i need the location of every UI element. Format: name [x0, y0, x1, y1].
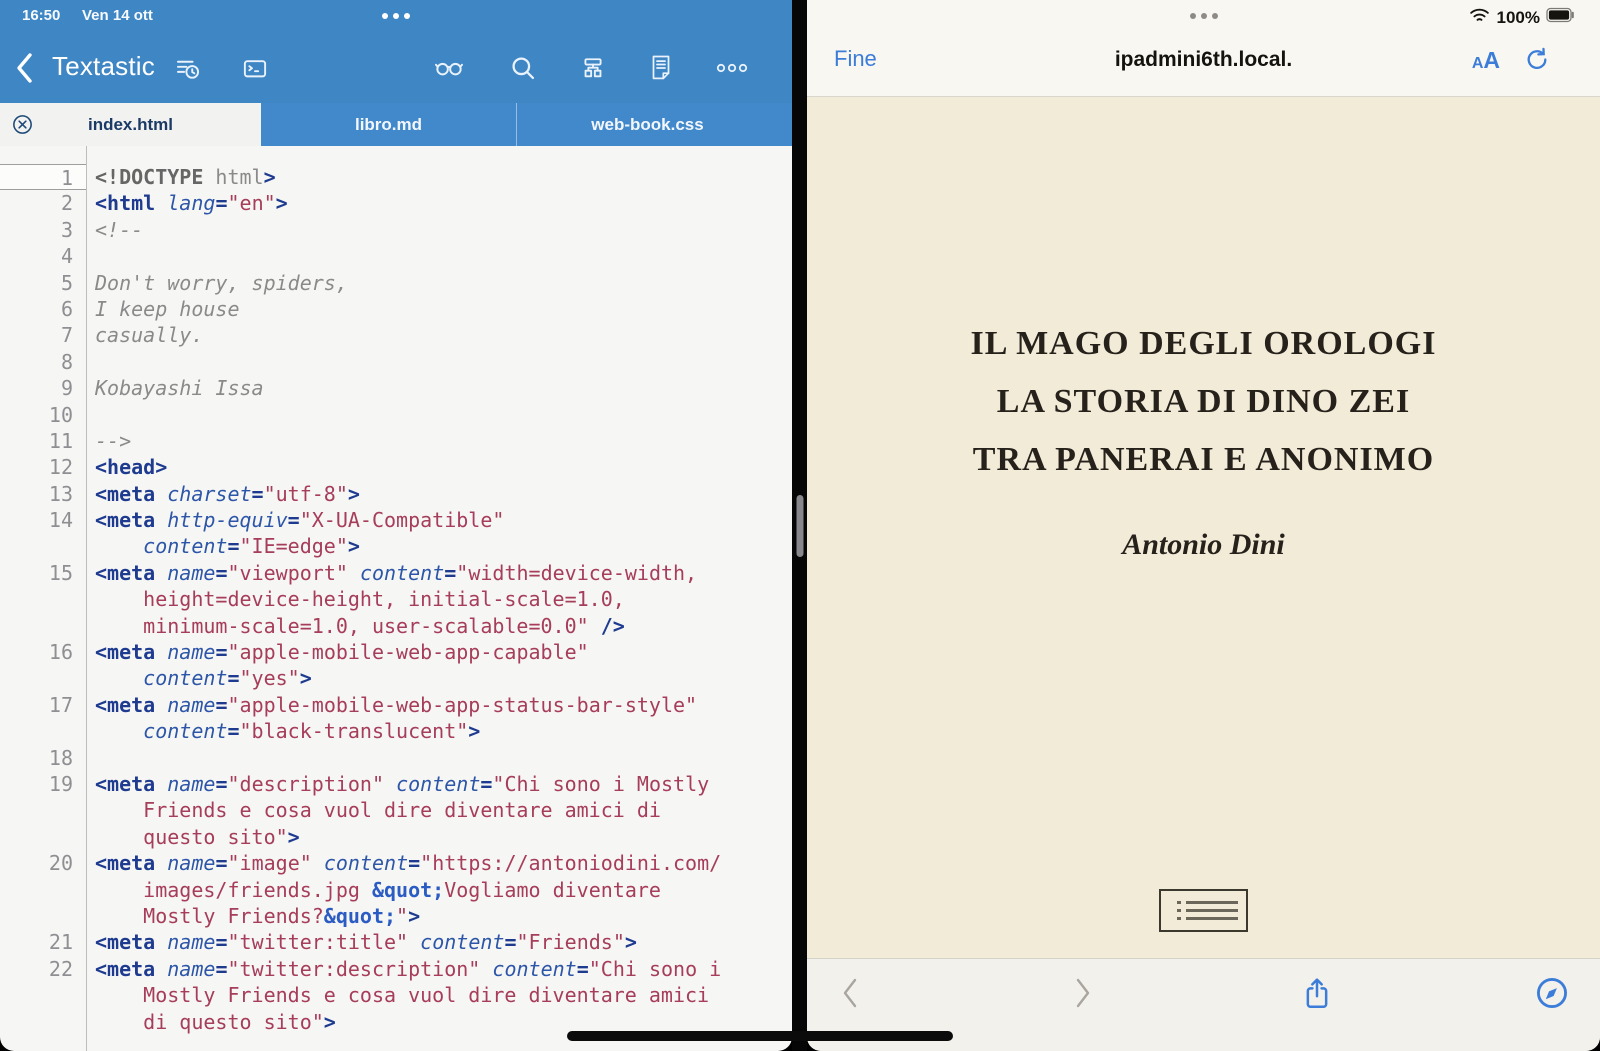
code-line[interactable]: 3 <!--	[0, 217, 792, 243]
book-title-line: LA STORIA DI DINO ZEI	[996, 383, 1411, 420]
code-editor[interactable]: 1 <!DOCTYPE html> 2 <html lang="en"> 3 <!-- 4 5…	[0, 146, 792, 1051]
tab-bar-filler	[778, 103, 792, 146]
status-icons: 100%	[1468, 6, 1576, 29]
code-line[interactable]: 12 <head>	[0, 454, 792, 480]
home-indicator[interactable]	[567, 1031, 953, 1041]
web-page: IL MAGO DEGLI OROLOGI LA STORIA DI DINO Z…	[807, 98, 1600, 958]
code-line[interactable]: 7 casually.	[0, 322, 792, 348]
code-line[interactable]: 17 <meta name="apple-mobile-web-app-statu…	[0, 692, 792, 718]
code-line[interactable]: questo sito">	[0, 824, 792, 850]
tab-bar: index.html libro.md web-book.css	[0, 103, 792, 146]
code-line[interactable]: 9 Kobayashi Issa	[0, 375, 792, 401]
tab-label: libro.md	[354, 114, 423, 134]
battery-icon	[1546, 7, 1576, 28]
close-tab-icon[interactable]	[10, 112, 35, 137]
tab-index-html[interactable]: index.html	[0, 103, 261, 146]
forward-chevron-icon[interactable]	[1063, 973, 1103, 1013]
tab-label: web-book.css	[591, 114, 704, 134]
code-line[interactable]: 21 <meta name="twitter:title" content="Fr…	[0, 929, 792, 955]
code-line[interactable]: 20 <meta name="image" content="https://an…	[0, 850, 792, 876]
text-size-button[interactable]: AA	[1472, 47, 1500, 74]
book-title-line: TRA PANERAI E ANONIMO	[972, 441, 1435, 478]
code-line[interactable]: 6I keep house	[0, 296, 792, 322]
code-line[interactable]: content="yes">	[0, 665, 792, 691]
book-author: Antonio Dini	[1122, 528, 1285, 561]
symbol-navigator-icon[interactable]	[573, 48, 613, 88]
code-line[interactable]: 15 <meta name="viewport" content="width=d…	[0, 560, 792, 586]
split-view-drag-handle[interactable]	[796, 495, 803, 557]
code-line[interactable]: 1 <!DOCTYPE html>	[0, 164, 792, 191]
code-line[interactable]: content="black-translucent">	[0, 718, 792, 744]
code-line[interactable]: Mostly Friends e cosa vuol dire diventar…	[0, 982, 792, 1008]
code-line[interactable]: content="IE=edge">	[0, 533, 792, 559]
code-line[interactable]: 19 <meta name="description" content="Chi …	[0, 771, 792, 797]
code-line[interactable]: minimum-scale=1.0, user-scalable=0.0" />	[0, 613, 792, 639]
tab-label: index.html	[87, 114, 173, 134]
gutter-separator	[86, 146, 87, 1051]
split-view-divider[interactable]	[792, 0, 807, 1051]
status-date: Ven 14 ott	[82, 7, 153, 24]
multitasking-menu-icon[interactable]	[382, 13, 410, 19]
code-line[interactable]: 14 <meta http-equiv="X-UA-Compatible"	[0, 507, 792, 533]
code-line[interactable]: 2 <html lang="en">	[0, 190, 792, 216]
back-chevron-icon[interactable]	[830, 973, 870, 1013]
code-line[interactable]: images/friends.jpg &quot;Vogliamo divent…	[0, 877, 792, 903]
code-line[interactable]: 4	[0, 243, 792, 269]
snippets-keyboard-icon[interactable]	[235, 48, 275, 88]
code-line[interactable]: Mostly Friends?&quot;">	[0, 903, 792, 929]
code-line[interactable]: Friends e cosa vuol dire diventare amici…	[0, 797, 792, 823]
code-line[interactable]: 13 <meta charset="utf-8">	[0, 481, 792, 507]
reload-icon[interactable]	[1522, 44, 1554, 76]
code-line[interactable]: 16 <meta name="apple-mobile-web-app-capab…	[0, 639, 792, 665]
textastic-header: 16:50 Ven 14 ott Textastic	[0, 0, 792, 103]
code-line[interactable]: 5 Don't worry, spiders,	[0, 270, 792, 296]
safari-header: 100% Fine ipadmini6th.local. AA	[807, 0, 1600, 97]
code-line[interactable]: 22 <meta name="twitter:description" conte…	[0, 956, 792, 982]
book-title: IL MAGO DEGLI OROLOGI LA STORIA DI DINO Z…	[807, 98, 1600, 489]
multitasking-menu-icon[interactable]	[1189, 13, 1218, 19]
file-info-icon[interactable]	[641, 48, 681, 88]
recent-files-icon[interactable]	[167, 48, 207, 88]
book-title-line: IL MAGO DEGLI OROLOGI	[970, 325, 1437, 362]
more-ellipsis-icon[interactable]	[712, 48, 752, 88]
code-rows: 1 <!DOCTYPE html> 2 <html lang="en"> 3 <!-- 4 5…	[0, 164, 792, 1035]
back-chevron-icon[interactable]	[14, 50, 36, 86]
code-line[interactable]: 11 -->	[0, 428, 792, 454]
search-icon[interactable]	[503, 48, 543, 88]
status-time: 16:50	[22, 7, 61, 24]
safari-window: 100% Fine ipadmini6th.local. AA IL MAGO …	[807, 0, 1600, 1051]
tab-libro-md[interactable]: libro.md	[261, 103, 517, 146]
share-icon[interactable]	[1297, 973, 1337, 1013]
app-back-label[interactable]: Textastic	[52, 51, 155, 82]
battery-percent: 100%	[1496, 7, 1540, 27]
textastic-window: 16:50 Ven 14 ott Textastic index.html li…	[0, 0, 792, 1051]
list-image-placeholder-icon	[1159, 889, 1248, 932]
code-line[interactable]: 10	[0, 402, 792, 428]
code-line[interactable]: 8	[0, 349, 792, 375]
code-line[interactable]: 18	[0, 745, 792, 771]
wifi-icon	[1468, 6, 1491, 29]
code-line[interactable]: height=device-height, initial-scale=1.0,	[0, 586, 792, 612]
tab-web-book-css[interactable]: web-book.css	[517, 103, 778, 146]
safari-compass-icon[interactable]	[1532, 973, 1572, 1013]
preview-glasses-icon[interactable]	[429, 48, 469, 88]
